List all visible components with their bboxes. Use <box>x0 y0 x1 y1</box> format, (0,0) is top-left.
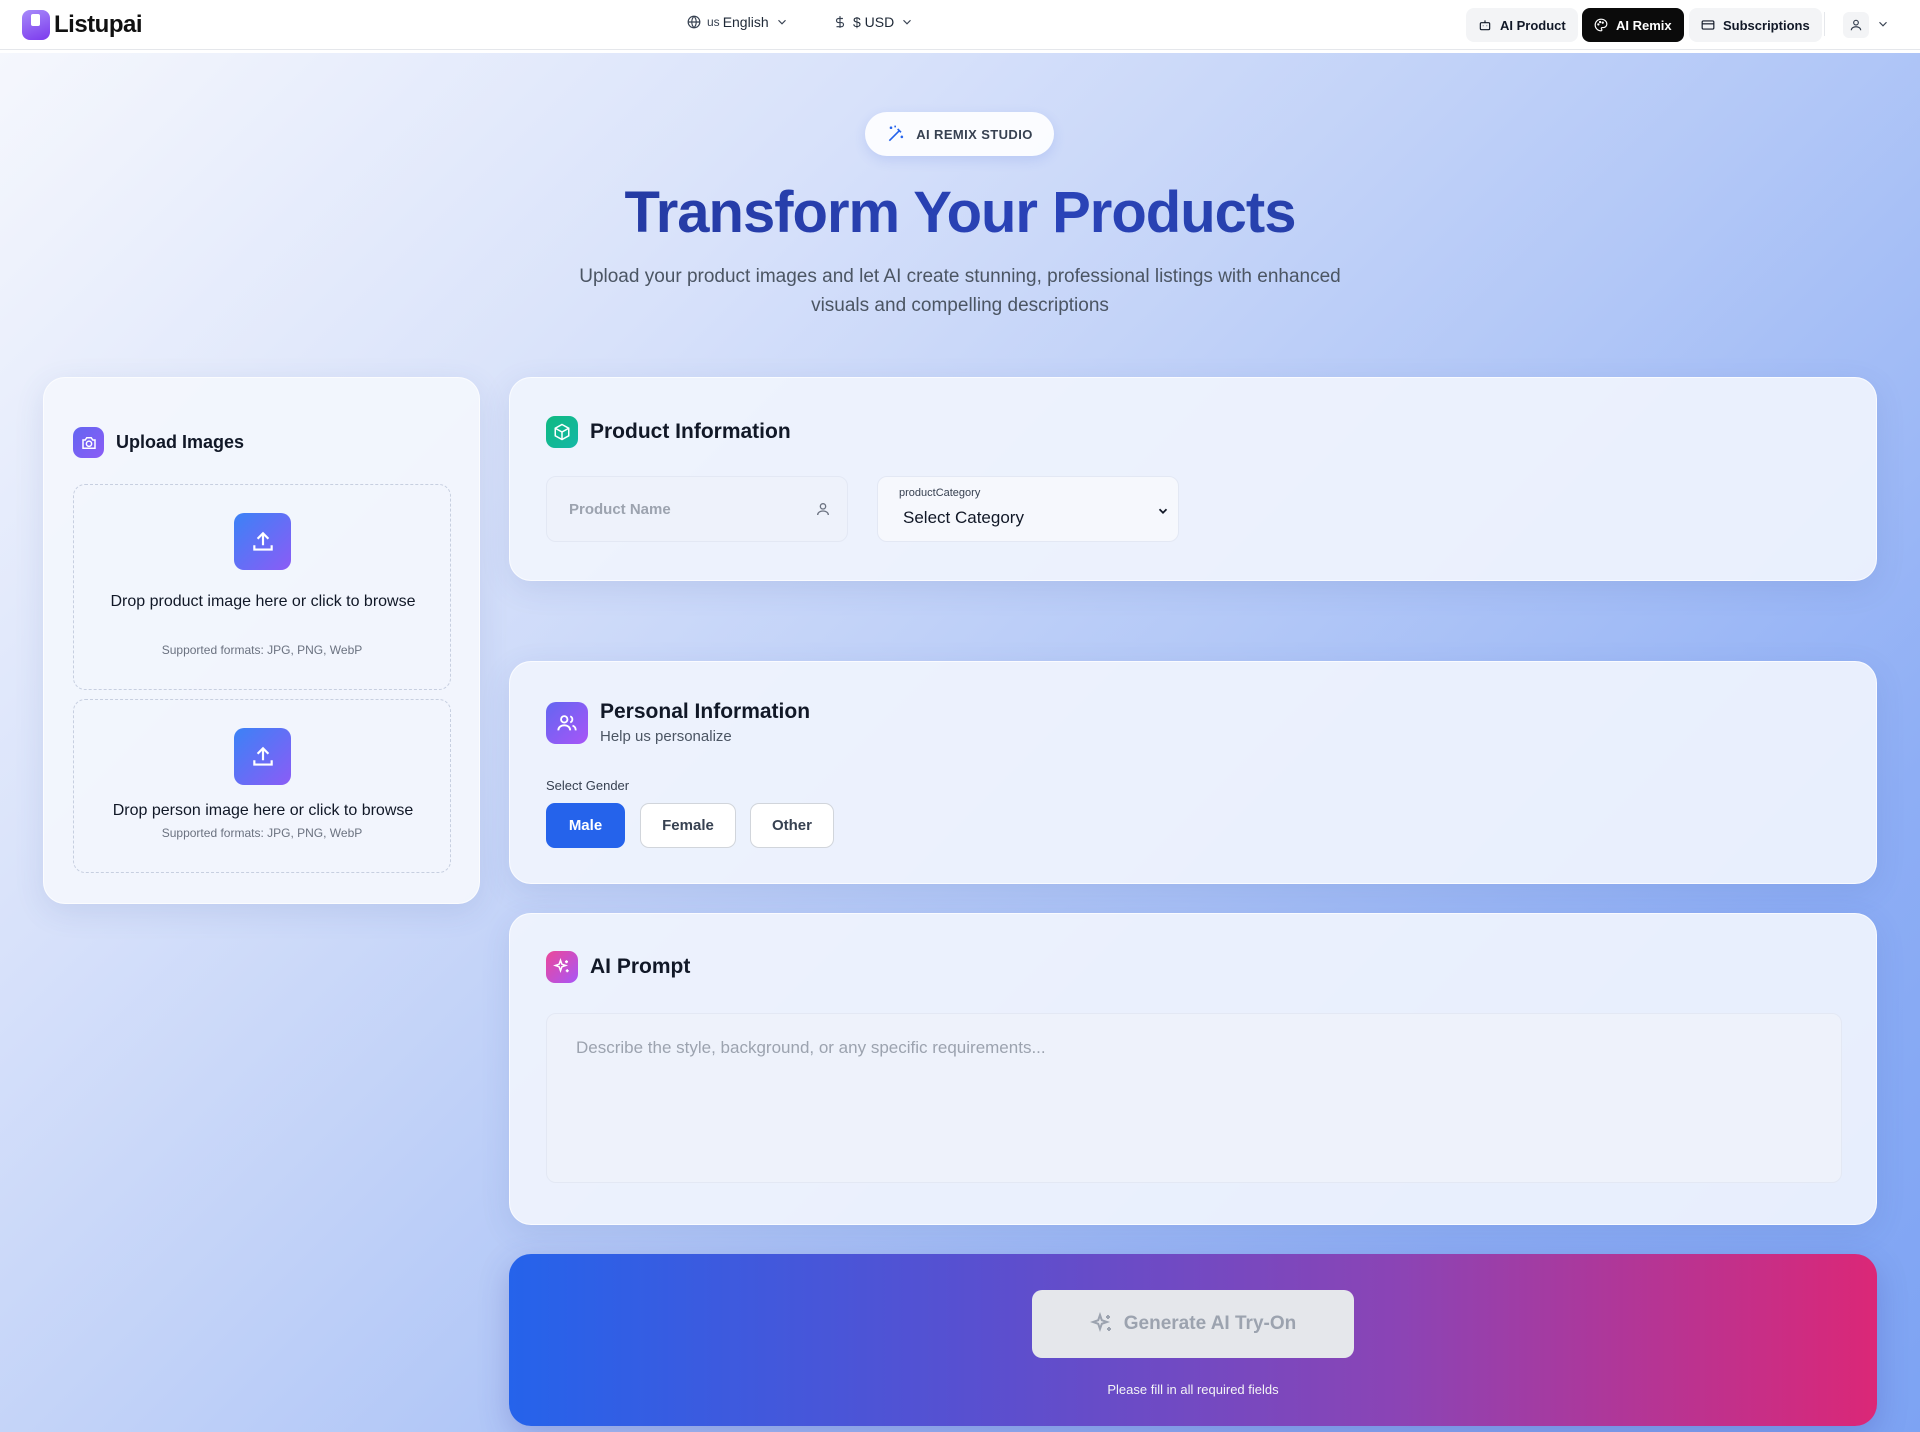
studio-badge: AI REMIX STUDIO <box>865 112 1054 156</box>
chevron-down-icon[interactable] <box>1876 17 1890 31</box>
logo-icon <box>22 10 50 40</box>
personal-info-header: Personal Information Help us personalize <box>546 700 810 745</box>
person-dropzone-label: Drop person image here or click to brows… <box>112 802 414 819</box>
language-flag-code: us <box>707 15 720 29</box>
gender-female-button[interactable]: Female <box>640 803 736 848</box>
person-dropzone-formats: Supported formats: JPG, PNG, WebP <box>161 826 363 840</box>
product-info-header: Product Information <box>546 416 791 448</box>
generate-panel: Generate AI Try-On Please fill in all re… <box>509 1254 1877 1426</box>
product-dropzone-formats: Supported formats: JPG, PNG, WebP <box>161 643 363 657</box>
logo-text: Listupai <box>54 11 143 38</box>
upload-title: Upload Images <box>116 432 245 452</box>
page-subtitle: Upload your product images and let AI cr… <box>579 266 1341 316</box>
magic-wand-icon <box>888 125 904 142</box>
product-info-title: Product Information <box>590 420 791 443</box>
sparkles-icon <box>1089 1312 1111 1333</box>
header-divider <box>1824 12 1825 36</box>
generate-ai-tryon-button[interactable]: Generate AI Try-On <box>1032 1290 1354 1358</box>
gender-male-button[interactable]: Male <box>546 803 625 848</box>
nav-ai-remix-label: AI Remix <box>1616 17 1672 33</box>
required-fields-note: Please fill in all required fields <box>1107 1382 1279 1397</box>
currency-selector[interactable]: $ USD <box>833 14 914 30</box>
sparkles-icon <box>546 951 578 983</box>
ai-prompt-textarea[interactable]: Describe the style, background, or any s… <box>546 1013 1842 1183</box>
users-icon <box>546 701 588 744</box>
upload-images-card: Upload Images Drop product image here or… <box>43 377 480 904</box>
category-value: Select Category <box>903 508 1024 527</box>
language-selector[interactable]: us English <box>687 14 789 30</box>
credit-card-icon <box>1701 20 1715 30</box>
dollar-icon <box>835 16 845 28</box>
upload-header: Upload Images <box>73 427 244 458</box>
language-label: English <box>722 14 769 30</box>
nav-subscriptions-label: Subscriptions <box>1723 17 1810 33</box>
upload-icon <box>234 728 291 785</box>
logo[interactable]: Listupai <box>22 10 143 40</box>
ai-prompt-title: AI Prompt <box>590 955 691 978</box>
top-navbar: Listupai us English $ USD AI Product AI … <box>0 0 1920 50</box>
personal-info-subtitle: Help us personalize <box>600 728 732 745</box>
globe-icon <box>687 15 701 29</box>
product-dropzone-label: Drop product image here or click to brow… <box>110 593 416 610</box>
personal-info-title: Personal Information <box>600 700 811 723</box>
palette-icon <box>1594 18 1608 32</box>
personal-information-card: Personal Information Help us personalize… <box>509 661 1877 884</box>
chevron-down-icon <box>903 19 912 25</box>
studio-badge-label: AI REMIX STUDIO <box>916 126 1033 142</box>
product-image-dropzone[interactable]: Drop product image here or click to brow… <box>73 484 451 690</box>
ai-prompt-header: AI Prompt <box>546 951 690 983</box>
box-icon <box>546 416 578 448</box>
gender-other-button[interactable]: Other <box>750 803 834 848</box>
chevron-down-icon <box>777 19 786 25</box>
main-content: AI REMIX STUDIO Transform Your Products … <box>0 53 1920 1432</box>
category-label: productCategory <box>899 487 981 499</box>
page-title: Transform Your Products <box>0 179 1920 246</box>
product-name-placeholder: Product Name <box>569 501 671 518</box>
currency-label: $ USD <box>853 14 895 30</box>
nav-ai-product-button[interactable]: AI Product <box>1466 8 1578 42</box>
gender-label: Select Gender <box>546 778 630 793</box>
user-icon <box>1850 19 1862 31</box>
product-name-input[interactable]: Product Name <box>546 476 848 542</box>
robot-icon <box>1479 20 1491 31</box>
ai-prompt-placeholder: Describe the style, background, or any s… <box>576 1038 1046 1057</box>
product-information-card: Product Information Product Name product… <box>509 377 1877 581</box>
ai-prompt-card: AI Prompt Describe the style, background… <box>509 913 1877 1225</box>
upload-icon <box>234 513 291 570</box>
nav-ai-remix-button[interactable]: AI Remix <box>1582 8 1684 42</box>
generate-button-label: Generate AI Try-On <box>1123 1313 1297 1334</box>
user-avatar-button[interactable] <box>1843 12 1869 38</box>
chevron-down-icon <box>1158 508 1168 514</box>
product-category-select[interactable]: productCategory Select Category <box>877 476 1179 542</box>
camera-icon <box>73 427 104 458</box>
nav-ai-product-label: AI Product <box>1500 17 1566 33</box>
user-icon <box>817 503 829 516</box>
nav-subscriptions-button[interactable]: Subscriptions <box>1689 8 1822 42</box>
person-image-dropzone[interactable]: Drop person image here or click to brows… <box>73 699 451 873</box>
